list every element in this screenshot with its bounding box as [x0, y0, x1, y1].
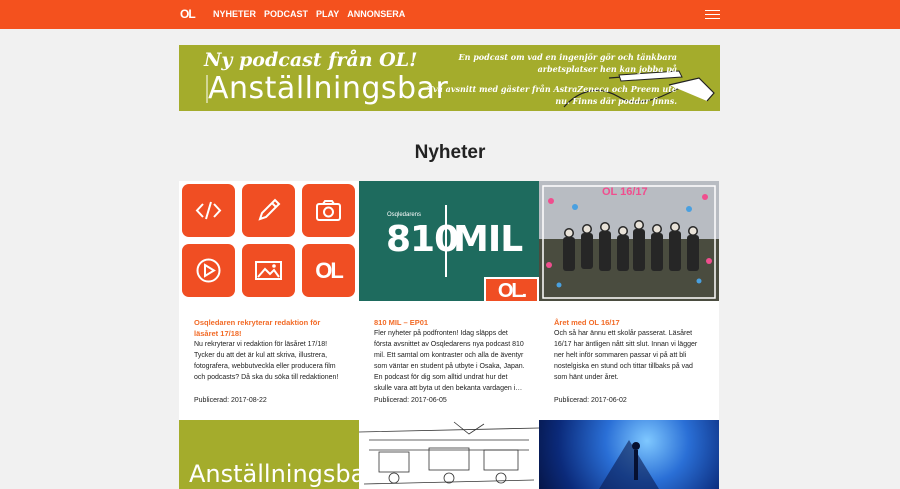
image-icon [242, 244, 295, 297]
camera-icon [302, 184, 355, 237]
sketch-drawing [359, 421, 539, 485]
pencil-icon [242, 184, 295, 237]
banner-headline: Ny podcast från OL! [204, 49, 418, 71]
img-number: 810 [386, 219, 459, 260]
nav-nyheter[interactable]: NYHETER [213, 9, 256, 20]
card-excerpt: Nu rekryterar vi redaktion för läsåret 1… [194, 341, 339, 381]
recruit-image: OL [179, 181, 359, 301]
img-divider [445, 205, 447, 277]
sketch-illustration[interactable] [359, 420, 539, 489]
card-excerpt: Och så har ännu ett skolår passerat. Läs… [554, 330, 698, 381]
news-card[interactable]: OL Osqledaren rekryterar redaktion för l… [179, 181, 359, 420]
card-title[interactable]: Året med OL 16/17 [554, 317, 704, 328]
group-photo-scene [539, 181, 719, 301]
banner-title: Anställningsbar [208, 71, 449, 106]
img-overlay-label: OL 16/17 [602, 186, 648, 198]
news-card[interactable]: Osqledarens 810 MIL OL. 810 MIL – EP01 F… [359, 181, 539, 420]
card-title[interactable]: Osqledaren rekryterar redaktion för läså… [194, 317, 344, 339]
banner-subtext: Två avsnitt med gäster från AstraZeneca … [427, 84, 677, 106]
nav-play[interactable]: PLAY [316, 9, 339, 20]
concert-scene [599, 440, 659, 489]
bottom-banner-text: Anställningsbar [189, 460, 359, 488]
img-small-label: Osqledarens [387, 212, 422, 218]
banner-tagline: En podcast om vad en ingenjör gör och tä… [458, 52, 678, 74]
ol-tile-logo: OL [302, 244, 355, 297]
card-date: Publicerad: 2017-08-22 [194, 397, 267, 404]
card-date: Publicerad: 2017-06-02 [554, 397, 627, 404]
news-card[interactable]: OL 16/17 Året med OL 16/17 Och så har än… [539, 181, 719, 420]
top-navigation-bar: OL NYHETER PODCAST PLAY ANNONSERA [0, 0, 900, 29]
podcast-810-mil-image: Osqledarens 810 MIL OL. [359, 181, 539, 301]
group-photo: OL 16/17 [539, 181, 719, 301]
play-icon [182, 244, 235, 297]
code-icon [182, 184, 235, 237]
main-nav: NYHETER PODCAST PLAY ANNONSERA [213, 9, 405, 20]
nav-annonsera[interactable]: ANNONSERA [347, 9, 405, 20]
img-unit: MIL [453, 219, 523, 260]
hamburger-menu-icon[interactable] [705, 10, 720, 20]
news-card-image[interactable]: Anställningsbar [179, 420, 359, 489]
nav-podcast[interactable]: PODCAST [264, 9, 308, 20]
concert-photo[interactable] [539, 420, 719, 489]
page-title: Nyheter [414, 142, 486, 163]
card-title[interactable]: 810 MIL – EP01 [374, 317, 524, 328]
img-ol-logo: OL. [484, 277, 539, 301]
card-date: Publicerad: 2017-06-05 [374, 397, 447, 404]
ol-logo[interactable]: OL [180, 8, 197, 21]
podcast-banner[interactable]: Ny podcast från OL! Anställningsbar En p… [179, 45, 720, 111]
card-excerpt: Fler nyheter på podfronten! Idag släpps … [374, 330, 525, 392]
